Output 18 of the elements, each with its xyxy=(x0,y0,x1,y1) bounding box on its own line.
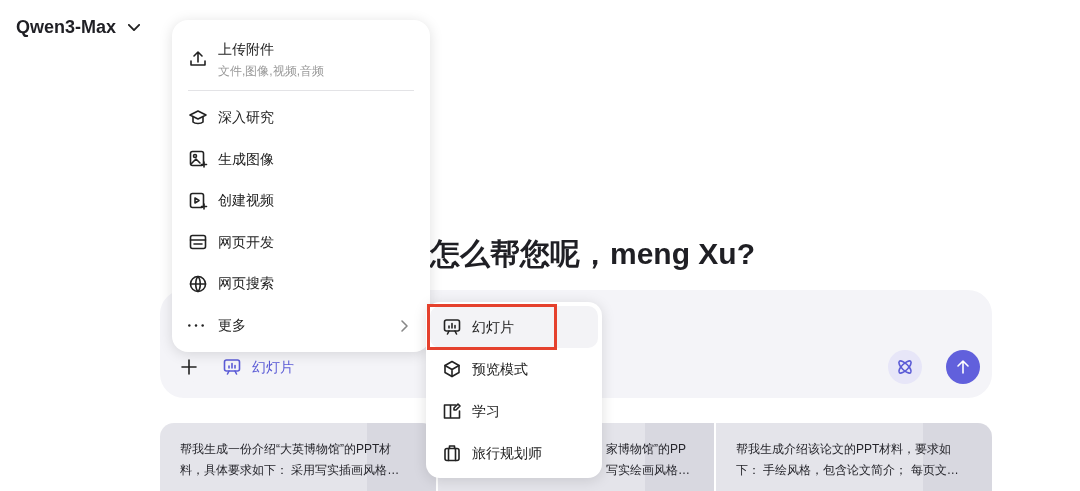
suggestion-text: 帮我生成介绍该论文的PPT材料，要求如 xyxy=(736,441,953,458)
menu-item-label: 更多 xyxy=(218,315,246,335)
suggestion-text: 帮我生成一份介绍“大英博物馆”的PPT材 xyxy=(180,441,393,458)
suggestion-text: 写实绘画风格… xyxy=(606,462,691,479)
suggestion-text: 家博物馆”的PP xyxy=(606,441,687,458)
menu-item-label: 深入研究 xyxy=(218,108,274,128)
submenu-item-label: 预览模式 xyxy=(472,359,528,379)
menu-item-label: 网页开发 xyxy=(218,232,274,252)
menu-item-label: 上传附件 xyxy=(218,40,274,57)
suggestion-text: 下： 手绘风格，包含论文简介； 每页文… xyxy=(736,462,960,479)
submenu-item-label: 幻灯片 xyxy=(472,317,514,337)
suggestion-text: 料，具体要求如下： 采用写实插画风格… xyxy=(180,462,401,479)
menu-item-subtitle: 文件,图像,视频,音频 xyxy=(218,62,324,80)
menu-item-label: 生成图像 xyxy=(218,149,274,169)
greeting-heading: 怎么帮您呢，meng Xu? xyxy=(430,236,756,272)
submenu-item-label: 学习 xyxy=(472,401,500,421)
menu-item-label: 创建视频 xyxy=(218,191,274,211)
submenu-item-label: 旅行规划师 xyxy=(472,443,542,463)
